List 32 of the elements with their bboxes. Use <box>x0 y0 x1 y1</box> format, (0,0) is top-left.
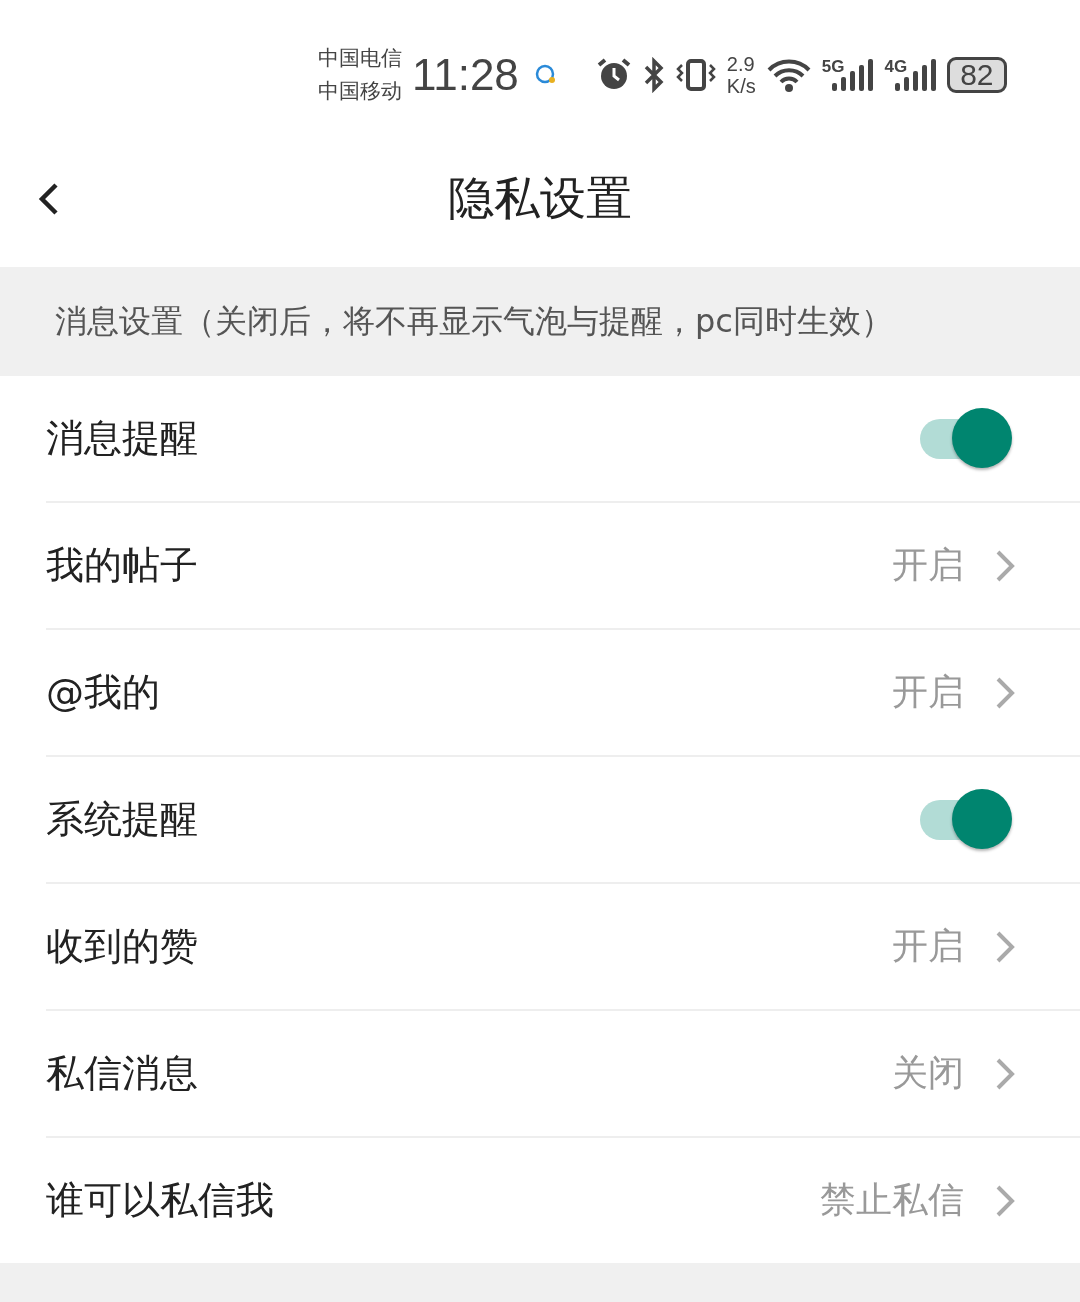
carrier-name: 中国移动 <box>318 78 402 105</box>
setting-label: 系统提醒 <box>46 796 199 843</box>
carrier-name: 中国电信 <box>318 45 402 72</box>
clock-time: 11:28 <box>412 50 519 100</box>
setting-value: 开启 <box>892 543 964 587</box>
vibrate-icon <box>674 57 717 93</box>
setting-value: 开启 <box>892 924 964 968</box>
settings-row[interactable]: 私信消息 关闭 <box>46 1011 1080 1138</box>
setting-label: 私信消息 <box>46 1050 199 1097</box>
settings-row[interactable]: @我的 开启 <box>46 630 1080 757</box>
network-type-label: 5G <box>821 57 845 77</box>
network-type-label: 4G <box>884 57 908 77</box>
network-speed-unit: K/s <box>726 75 756 97</box>
setting-label: 收到的赞 <box>46 923 199 970</box>
settings-row[interactable]: 我的帖子 开启 <box>46 503 1080 630</box>
setting-label: 谁可以私信我 <box>46 1177 275 1224</box>
setting-value: 开启 <box>892 670 964 714</box>
setting-label: 消息提醒 <box>46 415 199 462</box>
bluetooth-icon <box>642 57 665 93</box>
battery-level: 82 <box>947 57 1007 93</box>
network-speed-value: 2.9 <box>726 53 756 75</box>
settings-row[interactable]: 系统提醒 <box>46 757 1080 884</box>
setting-label: 我的帖子 <box>46 542 199 589</box>
settings-row[interactable]: 消息提醒 <box>46 376 1080 503</box>
setting-label: @我的 <box>46 669 161 716</box>
setting-value: 禁止私信 <box>820 1178 964 1222</box>
page-title: 隐私设置 <box>448 169 632 227</box>
section-header: 消息设置（关闭后，将不再显示气泡与提醒，pc同时生效） <box>0 267 1080 376</box>
setting-value: 关闭 <box>892 1051 964 1095</box>
wifi-icon <box>765 57 812 93</box>
settings-row[interactable]: 收到的赞 开启 <box>46 884 1080 1011</box>
settings-row[interactable]: 谁可以私信我 禁止私信 <box>46 1138 1080 1263</box>
